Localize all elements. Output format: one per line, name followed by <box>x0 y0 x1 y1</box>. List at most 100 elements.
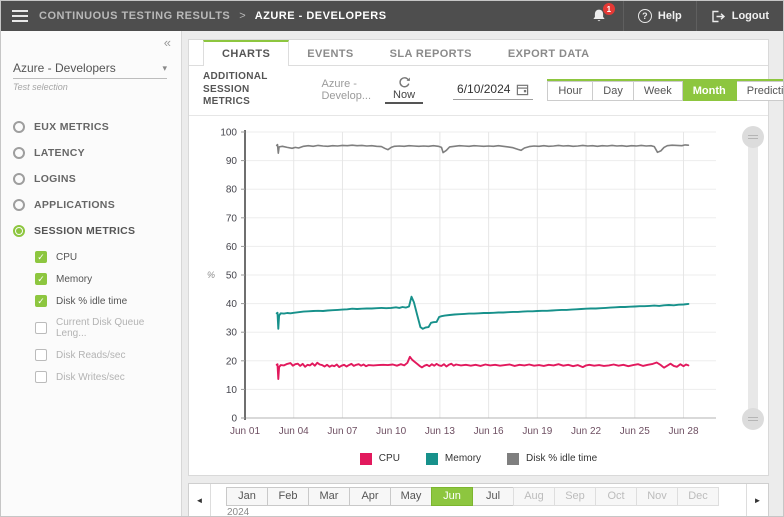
svg-text:10: 10 <box>226 384 238 395</box>
svg-text:20: 20 <box>226 356 238 367</box>
notifications-button[interactable]: 1 <box>575 1 623 31</box>
month-button-may[interactable]: May <box>390 487 432 506</box>
previous-year-arrow[interactable]: ◄ <box>189 484 211 517</box>
legend-swatch <box>507 453 519 465</box>
now-button[interactable]: Now <box>385 76 423 104</box>
svg-text:Jun 16: Jun 16 <box>474 426 504 437</box>
svg-text:Jun 10: Jun 10 <box>376 426 406 437</box>
calendar-icon <box>516 83 529 96</box>
slider-handle-bottom[interactable] <box>742 408 764 430</box>
sidebar-item-applications[interactable]: APPLICATIONS <box>1 192 181 218</box>
session-metric-list: ✓CPU✓Memory✓Disk % idle timeCurrent Disk… <box>1 246 181 388</box>
month-selector-bar: ◄ JanFebMarAprMayJunJulAugSepOctNovDec 2… <box>188 483 769 517</box>
breadcrumb-parent[interactable]: CONTINUOUS TESTING RESULTS <box>39 10 230 22</box>
tab-charts[interactable]: CHARTS <box>203 40 289 66</box>
legend-item-cpu[interactable]: CPU <box>360 453 400 465</box>
series-line-memory <box>277 296 689 328</box>
sidebar-item-logins[interactable]: LOGINS <box>1 166 181 192</box>
svg-text:80: 80 <box>226 184 238 195</box>
range-button-week[interactable]: Week <box>634 81 683 101</box>
svg-text:60: 60 <box>226 241 238 252</box>
breadcrumb-separator: > <box>239 10 245 22</box>
metric-checkbox-disk-reads-sec[interactable]: Disk Reads/sec <box>1 344 181 366</box>
checkbox-icon: ✓ <box>35 273 47 285</box>
legend-swatch <box>426 453 438 465</box>
hamburger-menu-icon[interactable] <box>1 10 39 22</box>
tab-export-data[interactable]: EXPORT DATA <box>490 40 608 65</box>
sidebar-collapse-icon[interactable]: « <box>164 35 171 50</box>
series-line-disk-idle-time <box>277 144 689 153</box>
month-button-jan[interactable]: Jan <box>226 487 268 506</box>
svg-text:90: 90 <box>226 156 238 167</box>
metric-checkbox-disk-idle-time[interactable]: ✓Disk % idle time <box>1 290 181 312</box>
legend-label: Disk % idle time <box>526 453 597 464</box>
metric-label: Disk % idle time <box>56 296 127 307</box>
chart-vertical-range-slider[interactable] <box>748 132 758 424</box>
metric-checkbox-memory[interactable]: ✓Memory <box>1 268 181 290</box>
next-year-arrow[interactable]: ► <box>746 484 768 517</box>
svg-text:Jun 19: Jun 19 <box>522 426 552 437</box>
svg-text:100: 100 <box>220 127 237 138</box>
radio-icon <box>13 173 25 185</box>
checkbox-icon <box>35 349 47 361</box>
radio-icon <box>13 121 25 133</box>
month-button-mar[interactable]: Mar <box>308 487 350 506</box>
month-button-oct: Oct <box>595 487 637 506</box>
breadcrumb-current: AZURE - DEVELOPERS <box>255 10 387 22</box>
line-chart: 0102030405060708090100Jun 01Jun 04Jun 07… <box>195 120 768 451</box>
time-range-group: HourDayWeekMonthPrediction <box>547 79 784 101</box>
range-button-prediction[interactable]: Prediction <box>737 81 784 101</box>
test-select-dropdown[interactable]: Azure - Developers ▾ <box>13 61 167 79</box>
month-button-jun[interactable]: Jun <box>431 487 473 506</box>
date-value: 6/10/2024 <box>457 82 510 96</box>
metric-checkbox-disk-writes-sec[interactable]: Disk Writes/sec <box>1 366 181 388</box>
metric-label: CPU <box>56 252 77 263</box>
legend-label: Memory <box>445 453 481 464</box>
metric-label: Current Disk Queue Leng... <box>56 317 169 339</box>
month-button-sep: Sep <box>554 487 596 506</box>
main-area: CHARTSEVENTSSLA REPORTSEXPORT DATA ADDIT… <box>182 31 783 516</box>
range-button-day[interactable]: Day <box>593 81 634 101</box>
tab-sla-reports[interactable]: SLA REPORTS <box>372 40 490 65</box>
range-button-hour[interactable]: Hour <box>547 81 593 101</box>
metric-label: Disk Reads/sec <box>56 350 125 361</box>
radio-icon <box>13 147 25 159</box>
svg-text:0: 0 <box>231 413 237 424</box>
sidebar-item-latency[interactable]: LATENCY <box>1 140 181 166</box>
legend-item-disk-idle-time[interactable]: Disk % idle time <box>507 453 597 465</box>
radio-icon <box>13 199 25 211</box>
top-bar: CONTINUOUS TESTING RESULTS > AZURE - DEV… <box>1 1 783 31</box>
date-input[interactable]: 6/10/2024 <box>453 80 533 100</box>
metric-label: Disk Writes/sec <box>56 372 125 383</box>
sidebar-item-eux-metrics[interactable]: EUX METRICS <box>1 114 181 140</box>
chart-toolbar: ADDITIONAL SESSION METRICS Azure - Devel… <box>189 66 768 116</box>
svg-text:50: 50 <box>226 270 238 281</box>
month-button-apr[interactable]: Apr <box>349 487 391 506</box>
now-label: Now <box>393 89 415 101</box>
sidebar-item-session-metrics[interactable]: SESSION METRICS <box>1 218 181 244</box>
svg-text:%: % <box>207 270 215 280</box>
metric-checkbox-cpu[interactable]: ✓ CPU <box>1 246 181 268</box>
svg-text:70: 70 <box>226 213 238 224</box>
checkbox-icon: ✓ <box>35 251 47 263</box>
sidebar-item-label: SESSION METRICS <box>34 225 135 237</box>
sidebar-item-label: LOGINS <box>34 173 76 185</box>
charts-panel: CHARTSEVENTSSLA REPORTSEXPORT DATA ADDIT… <box>188 39 769 476</box>
svg-text:Jun 01: Jun 01 <box>230 426 260 437</box>
logout-label: Logout <box>732 10 769 22</box>
tab-events[interactable]: EVENTS <box>289 40 371 65</box>
help-button[interactable]: ? Help <box>623 1 696 31</box>
metric-checkbox-current-disk-queue-leng[interactable]: Current Disk Queue Leng... <box>1 312 181 344</box>
legend-item-memory[interactable]: Memory <box>426 453 481 465</box>
logout-button[interactable]: Logout <box>696 1 783 31</box>
slider-handle-top[interactable] <box>742 126 764 148</box>
months-row: JanFebMarAprMayJunJulAugSepOctNovDec <box>227 487 738 506</box>
svg-text:Jun 04: Jun 04 <box>279 426 309 437</box>
radio-icon <box>13 225 25 237</box>
month-button-aug: Aug <box>513 487 555 506</box>
month-button-feb[interactable]: Feb <box>267 487 309 506</box>
sidebar: « Azure - Developers ▾ Test selection EU… <box>1 31 182 516</box>
range-button-month[interactable]: Month <box>683 81 737 101</box>
month-button-jul[interactable]: Jul <box>472 487 514 506</box>
svg-text:Jun 28: Jun 28 <box>669 426 699 437</box>
